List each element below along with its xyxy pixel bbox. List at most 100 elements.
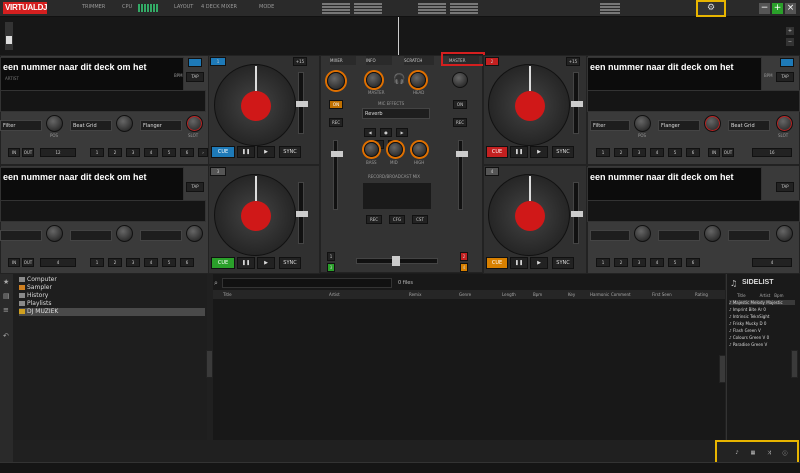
deck-2-fx-select[interactable]: Flanger [658,120,700,131]
headphone-volume-knob[interactable] [410,72,426,88]
deck-3-tap-button[interactable]: TAP [186,182,204,192]
deck-1-sync-button[interactable]: SYNC [279,146,301,158]
deck-1-hotcue-6[interactable]: 6 [180,148,194,157]
mic-rec-button[interactable]: REC [453,118,467,127]
deck-3-pause-button[interactable]: ❚❚ [237,257,255,269]
record-button[interactable]: REC [366,215,382,224]
deck-4-cue-button[interactable]: CUE [486,257,508,269]
deck-4-fx-knob[interactable] [704,225,721,242]
column-title[interactable]: Title [223,292,232,297]
fx-prev-button[interactable]: ◀ [364,128,376,137]
mode-label[interactable]: TRIMMER [82,4,105,10]
deck-4-pitch-slider[interactable] [571,182,583,244]
deck-3-filter-select[interactable] [0,230,42,241]
deck-2-hotcue-6[interactable]: 6 [686,148,700,157]
deck-2-deck-number[interactable]: 2 [485,57,499,66]
deck-2-sync-button[interactable]: SYNC [552,146,574,158]
column-key[interactable]: Key [568,292,575,297]
deck-3-play-button[interactable]: ▶ [257,257,275,269]
deck-4-jogwheel[interactable] [488,174,570,256]
tab-info[interactable]: INFO [366,56,392,65]
list-icon[interactable]: ≡ [3,306,9,314]
deck-4-sync-button[interactable]: SYNC [552,257,574,269]
mic-on-button[interactable]: ON [453,100,467,109]
deck-3-sync-button[interactable]: SYNC [279,257,301,269]
sidelist-row[interactable]: ♪ Intrinsic TeknSight [729,314,769,319]
rhythm-window[interactable] [0,17,800,55]
deck-1-hotcue-next[interactable]: › [198,148,208,157]
zoom-slider[interactable] [5,22,13,50]
rhythm-zoom-in-button[interactable]: + [786,27,794,35]
deck-1-volume-fader[interactable] [331,140,343,210]
deck-2-cue-button[interactable]: CUE [486,146,508,158]
deck-3-filter-knob[interactable] [46,225,63,242]
folder-icon[interactable]: ▤ [3,292,10,300]
deck-3-fx2-select[interactable] [140,230,182,241]
deck-4-pause-button[interactable]: ❚❚ [510,257,528,269]
tree-item-computer[interactable]: Computer [19,276,57,284]
crossfader[interactable] [356,256,438,266]
deck-1-loop-in-button[interactable]: IN [8,148,20,157]
info-icon[interactable]: ⓘ [779,450,791,458]
deck-1-waveform[interactable] [0,90,206,112]
deck-1-pause-button[interactable]: ❚❚ [237,146,255,158]
deck-1-tap-button[interactable]: TAP [186,72,204,82]
deck-2-hotcue-5[interactable]: 5 [668,148,682,157]
sidelist-row[interactable]: ♪ Imprint Bite Ar 0 [729,307,766,312]
deck-1-play-button[interactable]: ▶ [257,146,275,158]
deck-1-loop-length[interactable]: 12 [40,148,76,157]
sidelist-icon[interactable]: ♪ [731,450,743,458]
deck-4-fx2-select[interactable] [728,230,770,241]
deck-4-loop-length[interactable]: 4 [752,258,792,267]
deck-2-pitch-slider[interactable] [571,72,583,134]
column-remix[interactable]: Remix [409,292,421,297]
deck-3-loop-length[interactable]: 4 [40,258,76,267]
deck-4-fx-select[interactable] [658,230,700,241]
sidelist-row[interactable]: ♪ Flash Green V [729,328,761,333]
tree-item-playlists[interactable]: Playlists [19,300,51,308]
deck-2-pause-button[interactable]: ❚❚ [510,146,528,158]
crossfader-assign-1[interactable]: 1 [327,252,335,261]
deck-1-jogwheel[interactable] [214,64,296,146]
deck-3-jogwheel[interactable] [214,174,296,256]
search-input[interactable] [222,278,392,288]
deck-1-gain-knob[interactable] [327,72,345,90]
deck-3-cue-button[interactable]: CUE [211,257,235,269]
deck-4-hotcue-4[interactable]: 4 [650,258,664,267]
deck-1-pitch-slider[interactable] [296,72,308,134]
deck-2-waveform[interactable] [587,90,800,112]
star-icon[interactable]: ★ [3,278,9,286]
deck-3-fx-knob[interactable] [116,225,133,242]
fx-next-button[interactable]: ▶ [396,128,408,137]
deck-2-pitch-range[interactable]: +15 [566,57,580,66]
deck-4-deck-number[interactable]: 4 [485,167,499,176]
fx-on-button[interactable]: ● [380,128,392,137]
deck-3-loop-in-button[interactable]: IN [8,258,20,267]
column-artist[interactable]: Artist [329,292,340,297]
deck-2-hotcue-2[interactable]: 2 [614,148,628,157]
deck-1-fx-knob[interactable] [116,115,133,132]
deck-4-hotcue-3[interactable]: 3 [632,258,646,267]
deck-1-hotcue-4[interactable]: 4 [144,148,158,157]
deck-2-play-button[interactable]: ▶ [530,146,548,158]
mic-effects-select[interactable]: Reverb [362,108,430,119]
deck-1-filter-knob[interactable] [46,115,63,132]
layout-select[interactable]: 4 DECK MIXER [201,4,237,10]
deck-3-hotcue-2[interactable]: 2 [108,258,122,267]
column-length[interactable]: Length [502,292,516,297]
deck-2-blue-button[interactable] [780,58,794,67]
shuffle-icon[interactable]: ⤨ [763,450,775,458]
mic-high-knob[interactable] [412,142,427,157]
deck-4-hotcue-2[interactable]: 2 [614,258,628,267]
deck-1-loop-out-button[interactable]: OUT [22,148,34,157]
crossfader-assign-4[interactable]: 4 [460,263,468,272]
deck-1-on-button[interactable]: ON [329,100,343,109]
column-genre[interactable]: Genre [459,292,471,297]
column-rating[interactable]: Rating [695,292,708,297]
close-button[interactable]: × [785,3,796,14]
record-config-button[interactable]: CFG [389,215,405,224]
deck-4-filter-knob[interactable] [634,225,651,242]
deck-2-jogwheel[interactable] [488,64,570,146]
deck-3-hotcue-3[interactable]: 3 [126,258,140,267]
deck-1-fx-select[interactable]: Beat Grid [70,120,112,131]
